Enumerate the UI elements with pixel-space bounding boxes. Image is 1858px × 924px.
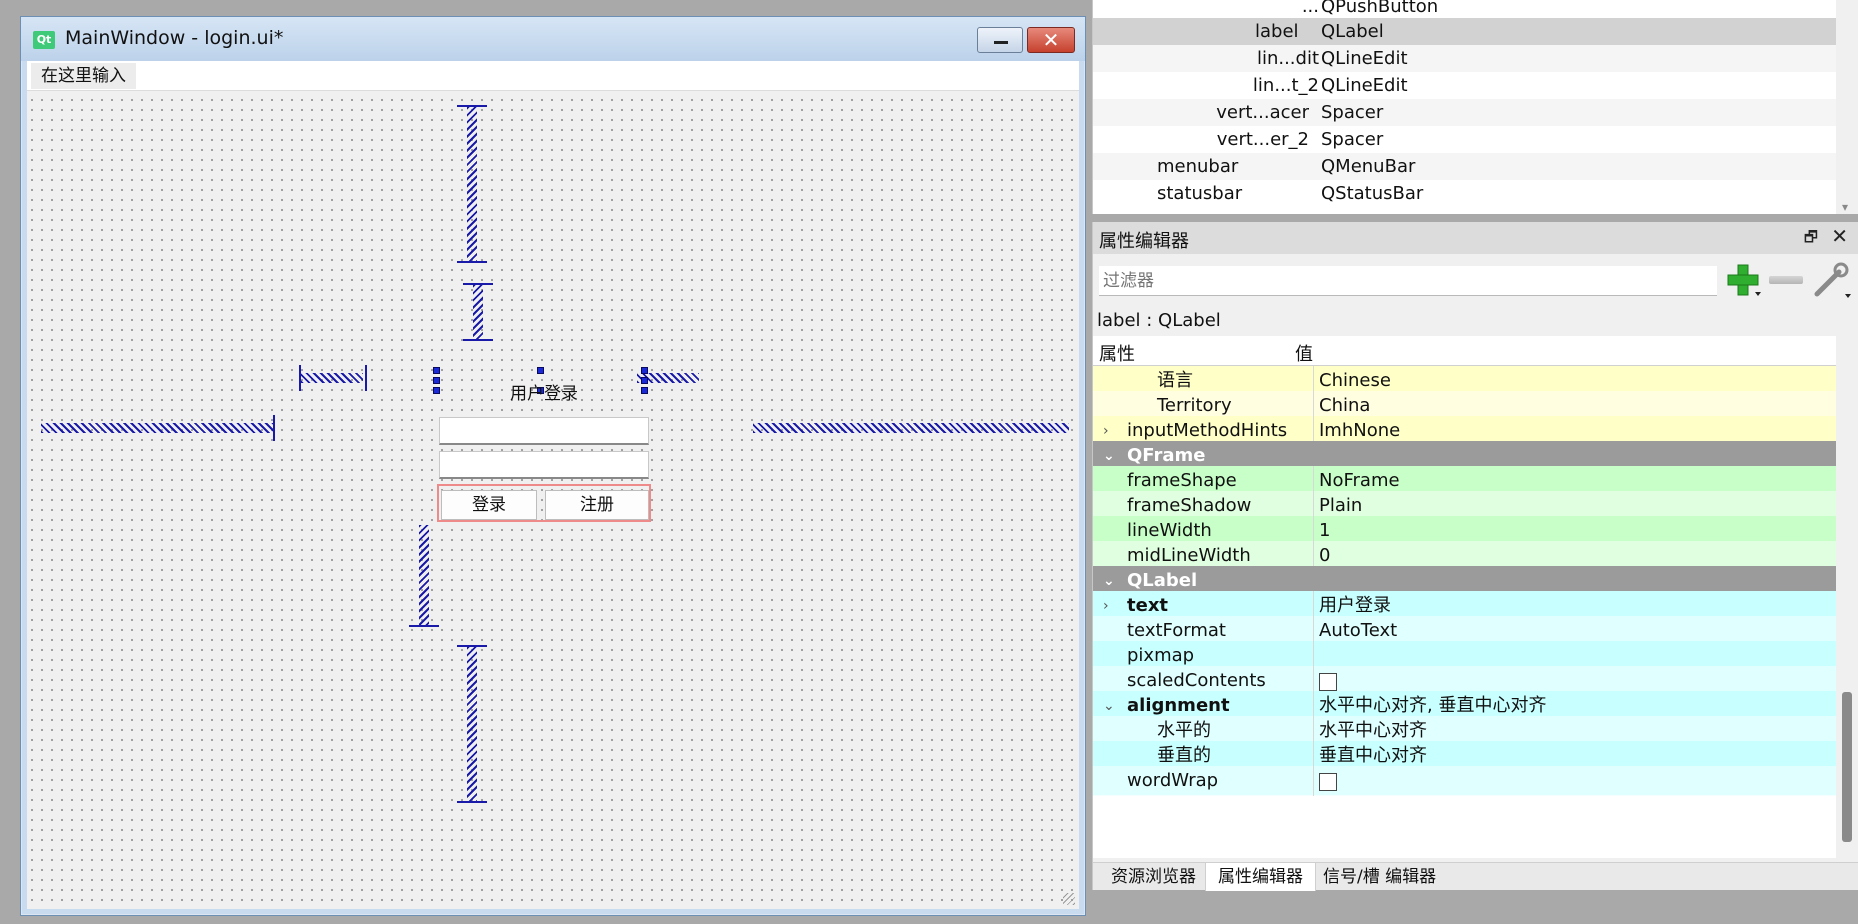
tab-resource-browser[interactable]: 资源浏览器 xyxy=(1099,863,1208,891)
object-class: Spacer xyxy=(1321,129,1384,150)
object-name: statusbar xyxy=(1157,183,1243,204)
property-table: 属性 值 语言 Chinese Territory China › inputM… xyxy=(1093,336,1837,858)
object-row[interactable]: vert...er_2 Spacer xyxy=(1093,126,1837,153)
object-row[interactable]: statusbar QStatusBar xyxy=(1093,180,1837,207)
object-row-selected[interactable]: label QLabel xyxy=(1093,18,1837,45)
qt-logo-icon: Qt xyxy=(33,31,55,49)
login-button[interactable]: 登录 xyxy=(441,490,537,520)
selected-object-label: label : QLabel xyxy=(1097,310,1221,331)
column-header-property: 属性 xyxy=(1099,344,1135,365)
button-layout[interactable]: 登录 注册 xyxy=(437,484,651,522)
object-class: QStatusBar xyxy=(1321,183,1424,204)
object-row[interactable]: lin...dit QLineEdit xyxy=(1093,45,1837,72)
selection-handle[interactable] xyxy=(537,367,544,374)
float-icon[interactable]: 🗗 xyxy=(1804,227,1818,252)
object-name: lin...dit xyxy=(1256,48,1319,69)
object-row[interactable]: ... QPushButton xyxy=(1093,0,1837,20)
scaled-contents-checkbox[interactable] xyxy=(1319,673,1337,691)
property-row[interactable]: wordWrap xyxy=(1093,766,1837,796)
filter-input[interactable] xyxy=(1099,266,1717,296)
word-wrap-checkbox[interactable] xyxy=(1319,773,1337,791)
close-icon[interactable]: ✕ xyxy=(1027,27,1075,53)
object-row[interactable]: lin...t_2 QLineEdit xyxy=(1093,72,1837,99)
form-window: Qt MainWindow - login.ui* ✕ 在这里输入 用户登录 登… xyxy=(20,16,1086,916)
object-class: QMenuBar xyxy=(1321,156,1416,177)
dock-close-icon[interactable]: ✕ xyxy=(1831,224,1848,248)
object-name: menubar xyxy=(1157,156,1239,177)
object-inspector: ... QPushButton label QLabel lin...dit Q… xyxy=(1092,0,1858,214)
form-canvas[interactable]: 用户登录 登录 注册 xyxy=(27,95,1079,909)
object-row[interactable]: vert...acer Spacer xyxy=(1093,99,1837,126)
vertical-spacer-bottom[interactable] xyxy=(457,645,487,805)
property-table-header: 属性 值 xyxy=(1093,336,1837,366)
form-menubar[interactable]: 在这里输入 xyxy=(27,61,1079,91)
form-titlebar[interactable]: Qt MainWindow - login.ui* ✕ xyxy=(21,17,1085,61)
login-title-label[interactable]: 用户登录 xyxy=(439,379,649,404)
object-class: Spacer xyxy=(1321,102,1384,123)
vertical-spacer-small[interactable] xyxy=(463,283,493,343)
wrench-icon[interactable] xyxy=(1811,262,1851,300)
horizontal-spacer-right[interactable] xyxy=(753,415,1073,441)
object-name: vert...er_2 xyxy=(1216,129,1309,150)
horizontal-spacer-left[interactable] xyxy=(41,415,277,441)
object-inspector-scrollbar[interactable] xyxy=(1836,0,1858,214)
tab-signal-slot-editor[interactable]: 信号/槽 编辑器 xyxy=(1311,863,1448,891)
tab-property-editor[interactable]: 属性编辑器 xyxy=(1205,863,1316,891)
property-editor-header[interactable]: 属性编辑器 🗗 ✕ xyxy=(1093,222,1858,254)
property-editor-scrollbar[interactable] xyxy=(1836,336,1858,858)
object-class: QLineEdit xyxy=(1321,75,1408,96)
vertical-spacer-below-buttons[interactable] xyxy=(409,525,439,629)
object-name: label xyxy=(1255,21,1299,42)
scrollbar-thumb[interactable] xyxy=(1842,692,1852,842)
object-name: ... xyxy=(1301,0,1319,17)
username-input[interactable] xyxy=(439,417,649,445)
form-client-area: 在这里输入 用户登录 登录 注册 xyxy=(27,61,1079,909)
property-editor: 属性编辑器 🗗 ✕ label : QLabel 属性 值 语言 Chinese… xyxy=(1092,222,1858,891)
dock-tab-bar: 资源浏览器 属性编辑器 信号/槽 编辑器 xyxy=(1093,862,1858,891)
object-class: QLabel xyxy=(1321,21,1384,42)
object-name: lin...t_2 xyxy=(1252,75,1319,96)
object-class: QPushButton xyxy=(1321,0,1439,17)
selection-handle[interactable] xyxy=(433,367,440,374)
selection-handle[interactable] xyxy=(641,367,648,374)
register-button[interactable]: 注册 xyxy=(545,490,649,520)
object-name: vert...acer xyxy=(1216,102,1309,123)
horizontal-spacer-left-small[interactable] xyxy=(299,365,369,391)
menu-type-here[interactable]: 在这里输入 xyxy=(31,63,136,89)
add-icon[interactable] xyxy=(1725,262,1761,298)
password-input[interactable] xyxy=(439,451,649,479)
column-header-value: 值 xyxy=(1295,344,1313,365)
vertical-spacer[interactable] xyxy=(457,105,487,265)
minimize-icon[interactable] xyxy=(977,27,1023,53)
object-class: QLineEdit xyxy=(1321,48,1408,69)
property-editor-title: 属性编辑器 xyxy=(1099,231,1189,252)
object-row[interactable]: menubar QMenuBar xyxy=(1093,153,1837,180)
form-window-title: MainWindow - login.ui* xyxy=(65,27,284,49)
remove-icon[interactable] xyxy=(1769,276,1803,284)
property-name: wordWrap xyxy=(1127,770,1219,791)
size-grip-icon[interactable] xyxy=(1063,893,1075,905)
